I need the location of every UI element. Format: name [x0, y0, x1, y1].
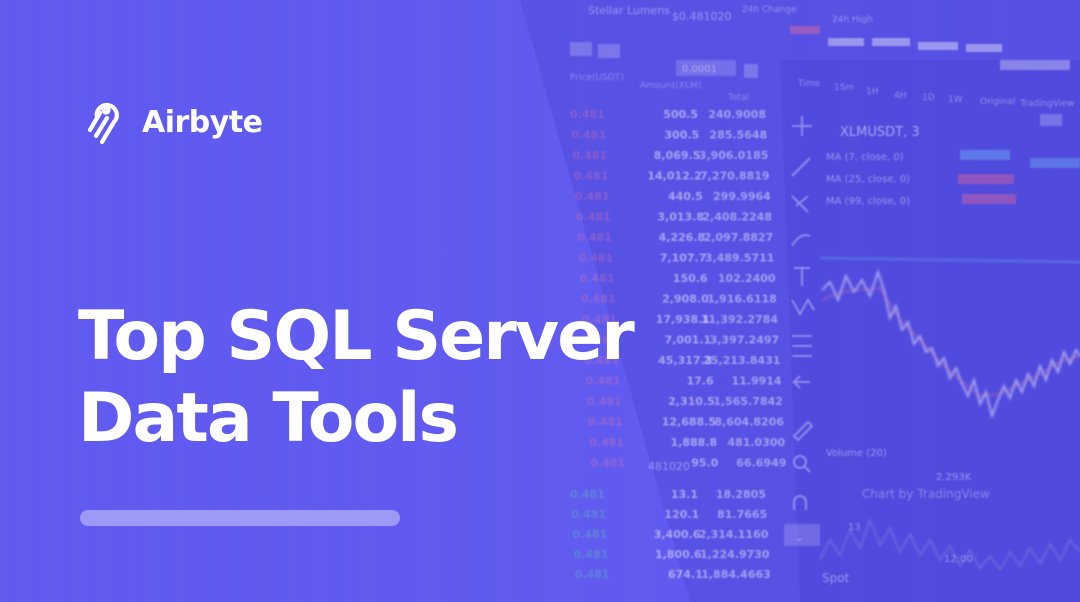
page-title: Top SQL Server Data Tools — [78, 296, 718, 460]
title-line-1: Top SQL Server — [78, 297, 635, 376]
hero-banner: Stellar Lumens $0.481020 24h Change 24h … — [0, 0, 1080, 602]
brand-logo: Airbyte — [80, 96, 263, 148]
airbyte-logo-icon — [87, 102, 119, 145]
brand-name: Airbyte — [142, 104, 263, 140]
title-accent-bar — [80, 510, 400, 526]
title-line-2: Data Tools — [78, 379, 459, 458]
